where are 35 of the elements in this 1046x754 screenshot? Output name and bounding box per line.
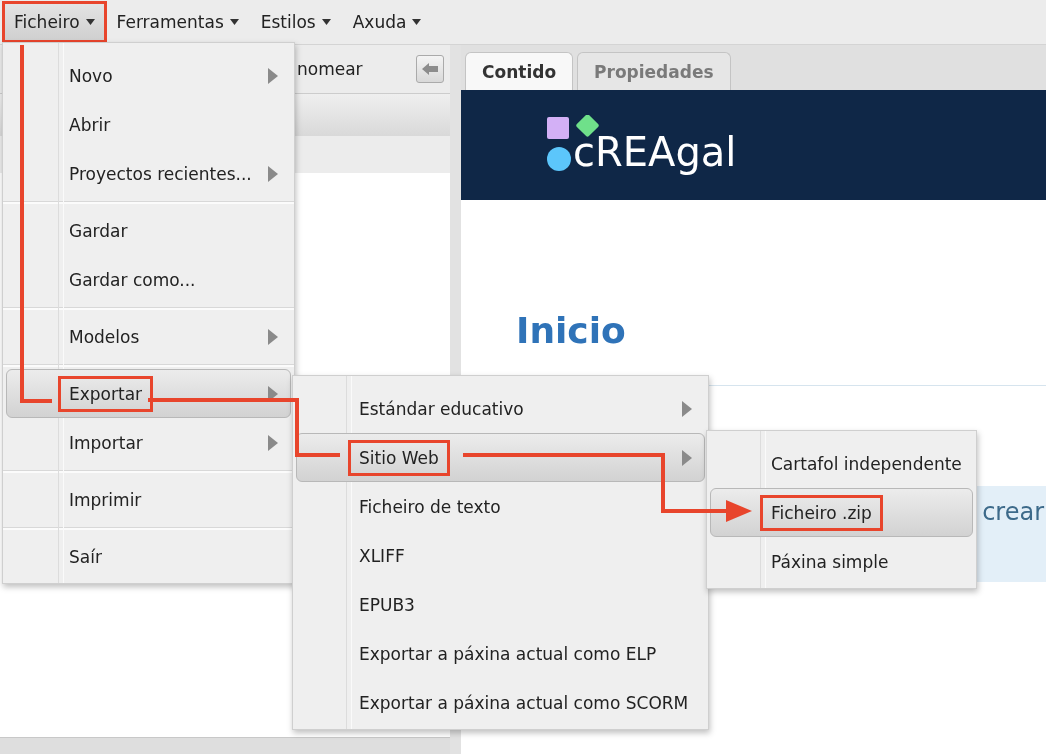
menu-item[interactable]: Importar [6,418,291,467]
menu-item[interactable]: Gardar [6,206,291,255]
menu-bar-item[interactable]: Ficheiro [4,3,105,41]
menu-item[interactable]: Gardar como... [6,255,291,304]
left-arrow-icon [422,63,438,75]
menu-item[interactable]: Exportar a páxina actual como SCORM [296,678,705,727]
menu-item[interactable]: Sitio Web [296,433,705,482]
page-heading: Inicio [516,310,627,351]
menu-item[interactable]: Páxina simple [710,537,973,586]
caret-icon [229,19,239,25]
back-button[interactable] [416,55,444,83]
menu-item[interactable]: Exportar [6,369,291,418]
menu-item[interactable]: Ficheiro .zip [710,488,973,537]
menu-item[interactable]: Ficheiro de texto [296,482,705,531]
logo-text: cREAgal [573,129,737,175]
caret-icon [85,19,95,25]
menu-item[interactable]: Imprimir [6,475,291,524]
menu-item[interactable]: Cartafol independente [710,439,973,488]
caret-icon [321,19,331,25]
info-text: crear [982,498,1044,528]
menu-item[interactable]: Abrir [6,100,291,149]
caret-icon [412,19,422,25]
menu-item[interactable]: Novo [6,51,291,100]
menu-item[interactable]: XLIFF [296,531,705,580]
menu-item[interactable]: EPUB3 [296,580,705,629]
menu-item[interactable]: Estándar educativo [296,384,705,433]
menu-bar-item[interactable]: Ferramentas [106,3,249,41]
tab[interactable]: Contido [465,52,574,90]
menu-item[interactable]: Exportar a páxina actual como ELP [296,629,705,678]
toolbar-label: nomear [297,59,363,79]
menu-item[interactable]: Modelos [6,312,291,361]
menu-item[interactable]: Proyectos recientes... [6,149,291,198]
menu-bar-item[interactable]: Axuda [342,3,432,41]
menu-item[interactable]: Saír [6,532,291,581]
menu-bar-item[interactable]: Estilos [250,3,341,41]
